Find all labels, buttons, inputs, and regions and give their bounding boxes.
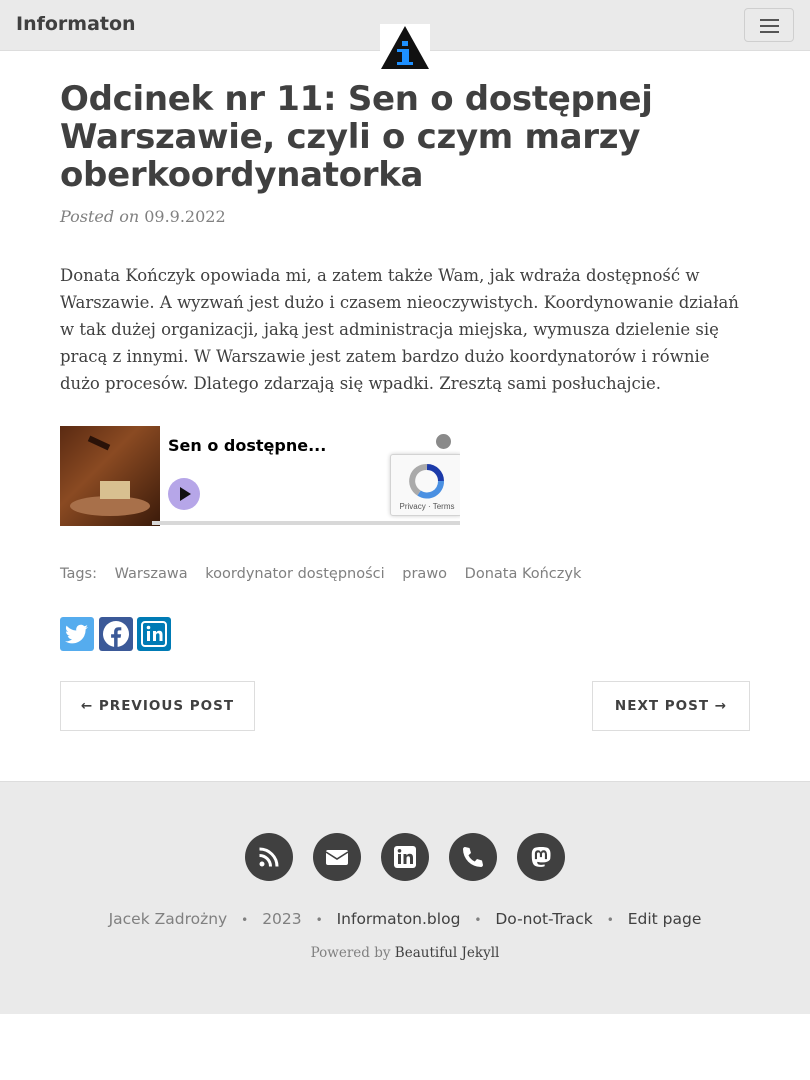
spotify-icon[interactable] (436, 434, 451, 449)
tags-list: Tags: Warszawa koordynator dostępności p… (60, 566, 594, 582)
play-button[interactable] (168, 478, 200, 510)
envelope-icon[interactable] (313, 833, 361, 881)
rss-icon[interactable] (245, 833, 293, 881)
tags-label: Tags: (60, 566, 97, 582)
body-line: pracą z innymi. W Warszawie jest zatem b… (60, 347, 710, 366)
posted-on-label: Posted on (60, 207, 140, 226)
phone-icon[interactable] (449, 833, 497, 881)
twitter-icon (65, 624, 88, 644)
footer-separator: • (315, 913, 323, 927)
post-title-line: Odcinek nr 11: Sen o dostępnej (60, 79, 653, 119)
post-date: 09.9.2022 (144, 207, 226, 226)
footer-edit-page-link[interactable]: Edit page (628, 910, 702, 928)
navbar: Informaton (0, 0, 810, 70)
share-facebook-button[interactable] (99, 617, 133, 651)
body-line: Warszawie. A wyzwań jest dużo i czasem n… (60, 293, 739, 312)
tag-link[interactable]: koordynator dostępności (205, 566, 384, 582)
footer-separator: • (606, 913, 614, 927)
footer-site-link[interactable]: Informaton.blog (337, 910, 461, 928)
next-post-button[interactable]: NEXT POST → (592, 681, 750, 731)
body-line: Donata Kończyk opowiada mi, a zatem takż… (60, 266, 700, 285)
footer-separator: • (474, 913, 482, 927)
post-title-line: Warszawie, czyli o czym marzy (60, 117, 641, 157)
powered-by: Powered by Beautiful Jekyll (0, 945, 810, 961)
spotify-embed[interactable]: Sen o dostępne... Privacy · Terms (60, 426, 460, 526)
progress-bar[interactable] (152, 521, 460, 525)
brand-link[interactable]: Informaton (16, 13, 136, 35)
linkedin-icon[interactable] (381, 833, 429, 881)
body-line: dużo procesów. Dlatego zdarzają się wpad… (60, 374, 662, 393)
post-body: Donata Kończyk opowiada mi, a zatem takż… (60, 262, 750, 397)
hamburger-icon (760, 19, 779, 21)
footer-author: Jacek Zadrożny (108, 910, 228, 928)
episode-cover-image (60, 426, 160, 526)
body-line: w tak dużej organizacji, jaką jest admin… (60, 320, 719, 339)
share-twitter-button[interactable] (60, 617, 94, 651)
recaptcha-icon (409, 464, 444, 499)
recaptcha-badge[interactable]: Privacy · Terms (390, 454, 460, 516)
facebook-icon (103, 621, 129, 647)
linkedin-icon (141, 621, 167, 647)
info-triangle-icon[interactable] (380, 24, 430, 70)
beautiful-jekyll-link[interactable]: Beautiful Jekyll (395, 945, 500, 961)
previous-post-button[interactable]: ← PREVIOUS POST (60, 681, 255, 731)
footer-separator: • (241, 913, 249, 927)
tag-link[interactable]: Warszawa (115, 566, 188, 582)
post-title-line: oberkoordynatorka (60, 155, 424, 195)
share-linkedin-button[interactable] (137, 617, 171, 651)
tag-link[interactable]: Donata Kończyk (465, 566, 582, 582)
footer-credits: Jacek Zadrożny • 2023 • Informaton.blog … (0, 910, 810, 928)
powered-by-label: Powered by (310, 945, 391, 961)
recaptcha-links[interactable]: Privacy · Terms (391, 502, 460, 511)
post-meta: Posted on 09.9.2022 (60, 207, 226, 226)
footer-dnt-link[interactable]: Do-not-Track (495, 910, 592, 928)
episode-title[interactable]: Sen o dostępne... (168, 436, 326, 455)
footer-year: 2023 (262, 910, 302, 928)
footer: Jacek Zadrożny • 2023 • Informaton.blog … (0, 781, 810, 1014)
mastodon-icon[interactable] (517, 833, 565, 881)
menu-toggle-button[interactable] (744, 8, 794, 42)
tag-link[interactable]: prawo (402, 566, 447, 582)
post-title: Odcinek nr 11: Sen o dostępnej Warszawie… (60, 80, 760, 194)
